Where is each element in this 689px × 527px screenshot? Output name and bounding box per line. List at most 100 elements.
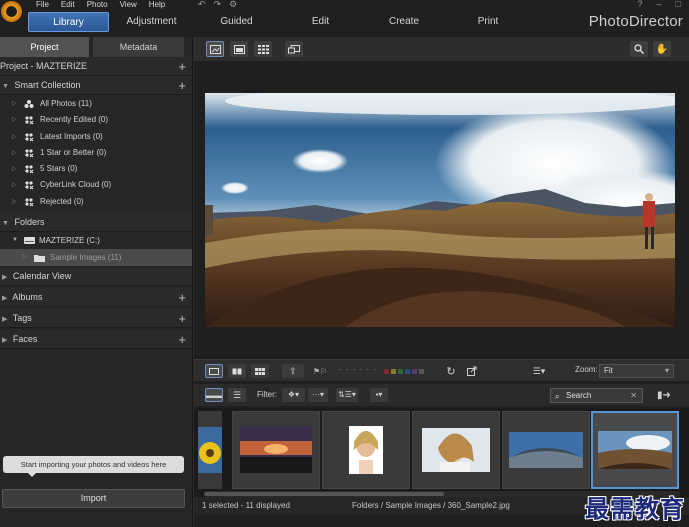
rotate-button[interactable]: ↻	[443, 364, 459, 378]
rotate-icon: ↻	[446, 365, 456, 378]
grid-view-button[interactable]	[254, 41, 272, 57]
rating-stars[interactable]: · · · · · ·	[339, 365, 377, 374]
filmstrip-view-button[interactable]: ▬▬	[205, 388, 223, 402]
thumbnail-sunset[interactable]	[232, 411, 320, 489]
color-label-swatch[interactable]	[398, 369, 403, 374]
filter-rating-select[interactable]: ···▾	[308, 388, 328, 402]
albums-header[interactable]: ▶ Albums +	[0, 288, 192, 308]
folder-drive[interactable]: ▼ MAZTERIZE (C:)	[0, 232, 192, 249]
import-hint-tooltip: Start importing your photos and videos h…	[3, 456, 184, 477]
color-label-swatch[interactable]	[391, 369, 396, 374]
expand-icon: ▷	[12, 198, 17, 205]
calendar-view-header[interactable]: ▶ Calendar View	[0, 267, 192, 287]
scrollbar-thumb[interactable]	[204, 492, 444, 496]
list-view-button[interactable]: ☰	[228, 388, 246, 402]
collection-recently-edited[interactable]: ▷ Recently Edited (0)	[0, 112, 192, 128]
menu-edit[interactable]: Edit	[61, 0, 75, 9]
tab-adjustment[interactable]: Adjustment	[109, 12, 194, 32]
expand-icon: ▷	[22, 254, 27, 261]
menu-photo[interactable]: Photo	[87, 0, 108, 9]
main-area: ✋ ⇪ ⚑⚐ · · · · · · ↻ ☰▾ Zoom: Fit ▾ ▬▬ ☰…	[194, 37, 689, 527]
tag-select[interactable]: ▪▾	[370, 388, 388, 402]
clear-search-icon[interactable]: ✕	[630, 389, 637, 402]
smart-collection-icon	[25, 181, 34, 190]
color-label-swatch[interactable]	[405, 369, 410, 374]
thumbnail-image	[349, 426, 383, 474]
layout-single-button[interactable]	[205, 364, 223, 378]
pan-tool-button[interactable]: ✋	[653, 41, 671, 57]
menu-file[interactable]: File	[36, 0, 49, 9]
collapse-icon: ▼	[12, 237, 18, 244]
filter-type-select[interactable]: ❖▾	[282, 388, 305, 402]
compare-view-button[interactable]	[230, 41, 248, 57]
tab-metadata[interactable]: Metadata	[93, 37, 184, 57]
tab-create[interactable]: Create	[362, 12, 446, 32]
collection-1-star[interactable]: ▷ 1 Star or Better (0)	[0, 145, 192, 161]
smart-collection-header[interactable]: ▼ Smart Collection +	[0, 76, 192, 95]
zoom-select[interactable]: Fit	[599, 364, 674, 378]
thumbnail-laughing-woman[interactable]	[322, 411, 410, 489]
second-display-button[interactable]	[285, 41, 303, 57]
add-tag-icon[interactable]: +	[178, 309, 186, 328]
undo-icon[interactable]: ↶	[198, 0, 206, 9]
tab-edit[interactable]: Edit	[279, 12, 362, 32]
tags-header[interactable]: ▶ Tags +	[0, 309, 192, 329]
folders-header[interactable]: ▼ Folders	[0, 213, 192, 233]
hiker-figure	[651, 227, 654, 249]
collection-rejected[interactable]: ▷ Rejected (0)	[0, 194, 192, 210]
color-label-swatch[interactable]	[412, 369, 417, 374]
collection-all-photos[interactable]: ▷ All Photos (11)	[0, 96, 192, 112]
thumbnail-panorama-1[interactable]	[502, 411, 590, 489]
color-label-swatch[interactable]	[384, 369, 389, 374]
help-button[interactable]: ?	[638, 0, 643, 9]
color-label-swatch[interactable]	[419, 369, 424, 374]
flag-button[interactable]: ⚑⚐	[310, 364, 330, 378]
tab-print[interactable]: Print	[446, 12, 530, 32]
expand-icon: ▷	[12, 101, 17, 107]
grid-icon	[257, 44, 269, 54]
file-path: Folders / Sample Images / 360_Sample2.jp…	[352, 501, 510, 510]
export-button[interactable]	[464, 364, 480, 378]
tab-guided[interactable]: Guided	[194, 12, 279, 32]
faces-header[interactable]: ▶ Faces +	[0, 330, 192, 350]
tab-library[interactable]: Library	[28, 12, 109, 32]
app-logo-icon	[1, 1, 22, 22]
add-project-icon[interactable]: +	[178, 57, 186, 76]
collection-label: Latest Imports (0)	[40, 131, 103, 141]
collection-latest-imports[interactable]: ▷ Latest Imports (0)	[0, 129, 192, 145]
add-smart-collection-icon[interactable]: +	[178, 76, 186, 95]
compare-layout-icon	[232, 368, 242, 374]
photo-viewer[interactable]	[205, 93, 675, 327]
thumbnail-sunflower[interactable]	[198, 411, 222, 489]
add-album-icon[interactable]: +	[178, 288, 186, 307]
add-face-icon[interactable]: +	[178, 330, 186, 349]
redo-icon[interactable]: ↷	[214, 0, 222, 9]
sort-options-button[interactable]: ☰▾	[529, 364, 549, 378]
tab-project[interactable]: Project	[0, 37, 89, 57]
gear-icon[interactable]: ⚙	[229, 0, 237, 9]
layout-multi-button[interactable]	[251, 364, 269, 378]
zoom-tool-button[interactable]	[630, 41, 648, 57]
project-title: Project - MAZTERIZE	[0, 61, 88, 71]
thumbnail-image	[240, 427, 312, 473]
smart-collection-icon	[25, 116, 34, 125]
expand-icon: ▶	[2, 274, 8, 282]
share-button[interactable]: ⇪	[282, 364, 304, 378]
menu-view[interactable]: View	[120, 0, 137, 9]
collection-cyberlink-cloud[interactable]: ▷ CyberLink Cloud (0)	[0, 177, 192, 193]
import-button[interactable]: Import	[2, 489, 185, 508]
single-view-button[interactable]	[206, 41, 224, 57]
minimize-button[interactable]: –	[657, 0, 662, 9]
project-header[interactable]: Project - MAZTERIZE +	[0, 57, 192, 76]
folder-sample-images[interactable]: ▷ Sample Images (11)	[0, 249, 192, 267]
collapse-browser-button[interactable]: ▮➜	[654, 388, 674, 402]
layout-compare-button[interactable]	[228, 364, 246, 378]
maximize-button[interactable]: □	[676, 0, 681, 9]
thumbnail-smiling-woman[interactable]	[412, 411, 500, 489]
thumbnail-panorama-2[interactable]	[591, 411, 679, 489]
color-labels[interactable]	[384, 369, 424, 374]
sort-select[interactable]: ⇅☰▾	[336, 388, 358, 402]
collection-5-stars[interactable]: ▷ 5 Stars (0)	[0, 161, 192, 177]
search-input[interactable]: ⌕ Search ✕	[550, 388, 643, 403]
menu-help[interactable]: Help	[149, 0, 165, 9]
